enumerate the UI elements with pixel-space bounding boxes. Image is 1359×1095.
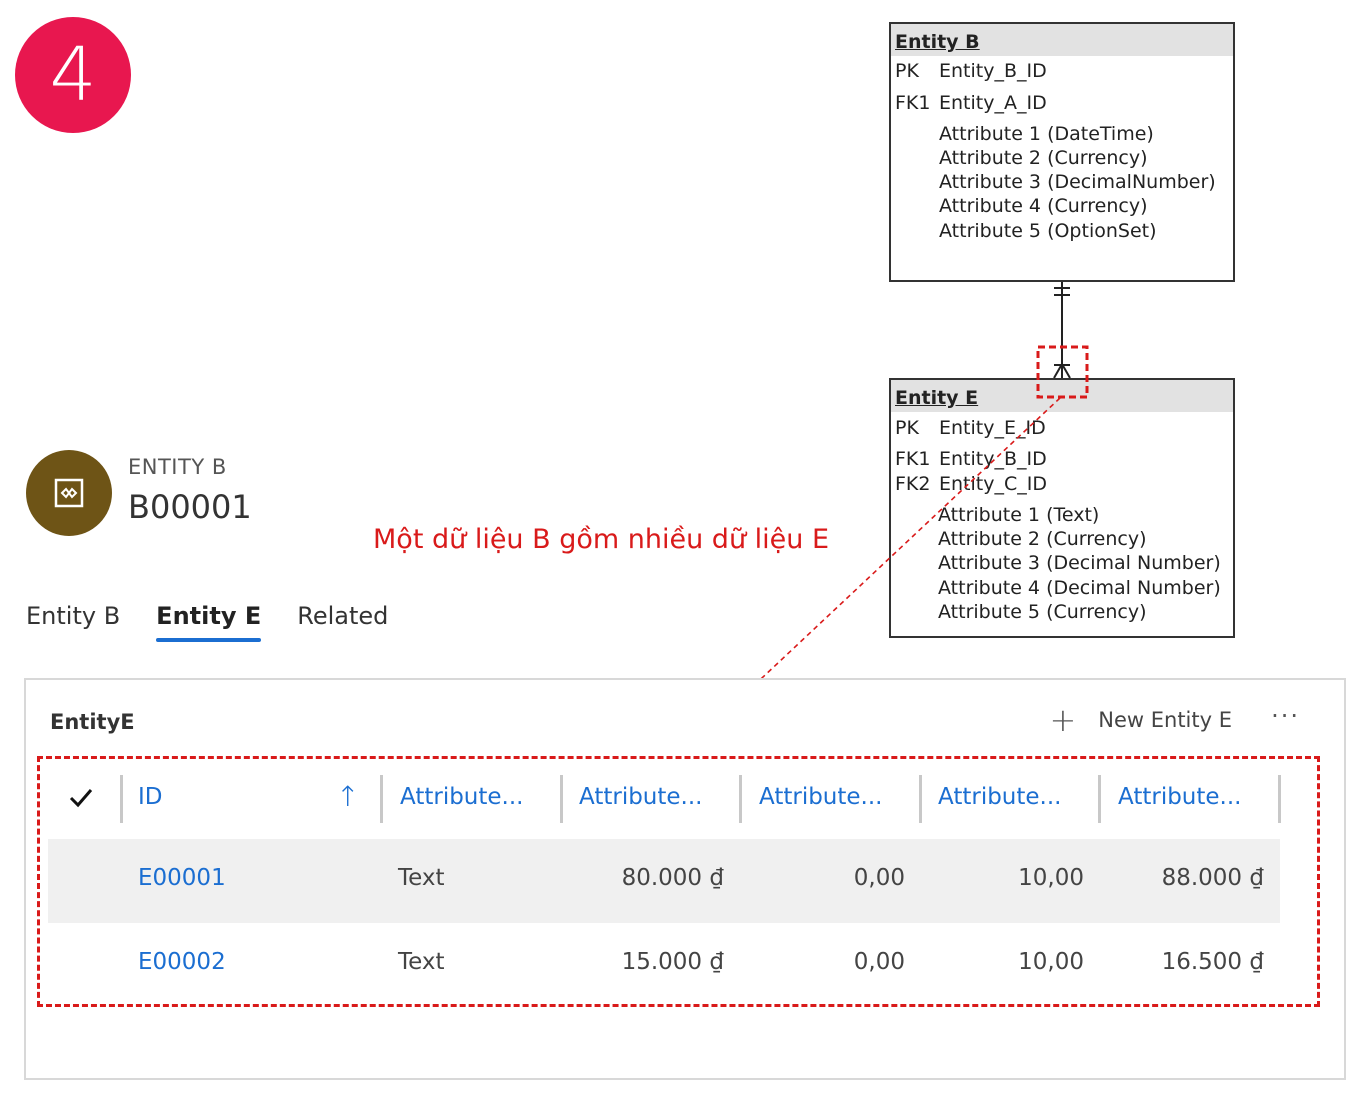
row-cell: 15.000 ₫ [621,949,724,975]
tab-entity-e[interactable]: Entity E [156,602,262,642]
row-cell: Text [398,949,445,975]
erd-entity-b-attr: Attribute 4 (Currency) [939,195,1148,217]
column-separator[interactable] [380,775,383,823]
row-cell: 80.000 ₫ [621,865,724,891]
erd-entity-b-attr: Attribute 1 (DateTime) [939,123,1154,145]
step-number: 4 [49,32,97,118]
column-header-id[interactable]: ID [138,775,163,823]
more-commands-button[interactable]: ··· [1271,702,1300,730]
new-entity-e-button[interactable]: + New Entity E [1049,704,1232,736]
row-cell: 10,00 [1018,949,1084,975]
erd-entity-e-attr: Attribute 3 (Decimal Number) [938,552,1221,574]
subgrid-title: EntityE [50,710,135,734]
column-separator[interactable] [1278,775,1281,823]
erd-entity-e-title: Entity E [891,380,1233,412]
row-cell: 16.500 ₫ [1161,949,1264,975]
record-title: B00001 [128,488,252,526]
row-cell: 10,00 [1018,865,1084,891]
tab-entity-b[interactable]: Entity B [26,602,120,642]
table-row[interactable]: E00002 Text 15.000 ₫ 0,00 10,00 16.500 ₫ [48,923,1280,1007]
column-separator[interactable] [1098,775,1101,823]
column-separator[interactable] [120,775,123,823]
erd-entity-e-pk: PK Entity_E_ID [895,417,1046,439]
row-cell: 88.000 ₫ [1161,865,1264,891]
column-header-attribute[interactable]: Attribute... [579,775,703,823]
column-separator[interactable] [560,775,563,823]
column-separator[interactable] [919,775,922,823]
erd-entity-b: Entity B PK Entity_B_ID FK1 Entity_A_ID At… [889,22,1235,282]
column-header-attribute[interactable]: Attribute... [400,775,524,823]
tab-related[interactable]: Related [297,602,388,642]
erd-entity-e-attr: Attribute 2 (Currency) [938,528,1147,550]
erd-entity-b-attr: Attribute 5 (OptionSet) [939,220,1157,242]
column-header-attribute[interactable]: Attribute... [759,775,883,823]
record-entity-type: ENTITY B [128,455,227,479]
erd-entity-b-attr: Attribute 3 (DecimalNumber) [939,171,1216,193]
row-id-link[interactable]: E00001 [138,865,226,891]
new-entity-e-label: New Entity E [1098,708,1232,732]
erd-entity-b-title: Entity B [891,24,1233,56]
row-cell: 0,00 [853,865,905,891]
select-all-checkbox[interactable] [68,775,94,823]
erd-entity-e-attr: Attribute 4 (Decimal Number) [938,577,1221,599]
erd-entity-b-fk1: FK1 Entity_A_ID [895,92,1047,114]
entity-avatar [26,450,112,536]
checkmark-icon [69,788,93,807]
erd-entity-e: Entity E PK Entity_E_ID FK1 Entity_B_ID FK… [889,378,1235,638]
erd-entity-e-attr: Attribute 1 (Text) [938,504,1100,526]
crows-foot-icon [1053,361,1071,379]
erd-entity-e-attr: Attribute 5 (Currency) [938,601,1147,623]
column-separator[interactable] [739,775,742,823]
erd-entity-e-fk2: FK2 Entity_C_ID [895,473,1047,495]
erd-entity-b-pk: PK Entity_B_ID [895,60,1047,82]
annotation-text: Một dữ liệu B gồm nhiều dữ liệu E [373,524,830,555]
erd-entity-e-fk1: FK1 Entity_B_ID [895,448,1047,470]
row-cell: 0,00 [853,949,905,975]
step-badge: 4 [15,17,131,133]
sort-ascending-icon[interactable]: ↑ [336,775,359,823]
column-header-attribute[interactable]: Attribute... [938,775,1062,823]
erd-entity-b-attr: Attribute 2 (Currency) [939,147,1148,169]
entity-e-grid: ID ↑ Attribute... Attribute... Attribute… [48,775,1281,975]
column-header-attribute[interactable]: Attribute... [1118,775,1242,823]
form-tabs: Entity B Entity E Related [26,602,424,642]
table-row[interactable]: E00001 Text 80.000 ₫ 0,00 10,00 88.000 ₫ [48,839,1280,923]
row-id-link[interactable]: E00002 [138,949,226,975]
grid-header: ID ↑ Attribute... Attribute... Attribute… [48,775,1281,823]
plus-icon: + [1049,701,1077,739]
row-cell: Text [398,865,445,891]
entity-icon [54,478,84,508]
